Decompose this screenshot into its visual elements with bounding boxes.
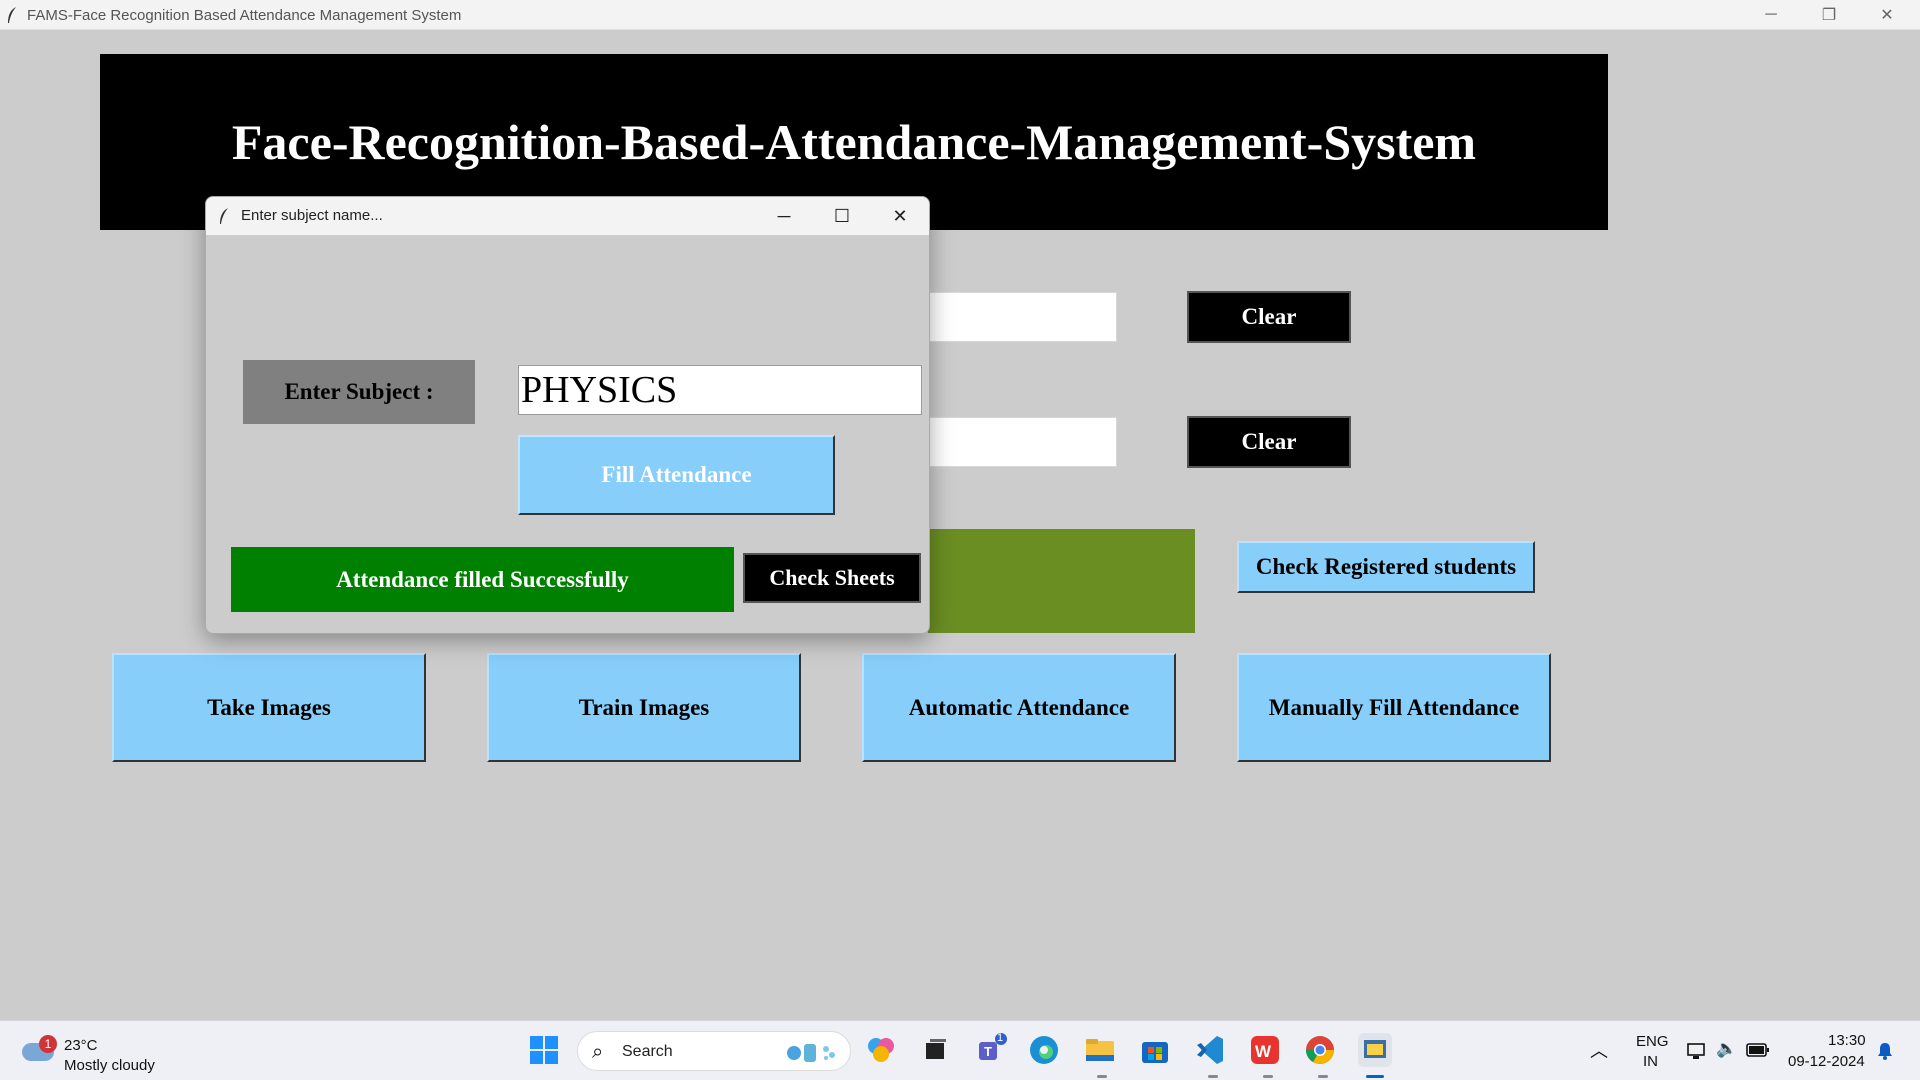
svg-text:W: W	[1255, 1042, 1272, 1061]
fill-attendance-button[interactable]: Fill Attendance	[518, 435, 835, 515]
temperature: 23°C	[64, 1037, 98, 1054]
weather-condition: Mostly cloudy	[64, 1057, 155, 1074]
chrome-icon[interactable]	[1303, 1033, 1337, 1067]
battery-icon[interactable]	[1746, 1042, 1770, 1058]
feather-icon	[8, 7, 16, 23]
clear-name-button[interactable]: Clear	[1187, 416, 1351, 468]
dialog-maximize-button[interactable]: ☐	[813, 197, 871, 235]
check-sheets-button[interactable]: Check Sheets	[743, 553, 921, 603]
taskbar: 1 23°C Mostly cloudy ⌕ Search T 1 W ︿ EN…	[0, 1020, 1920, 1080]
teams-badge: 1	[997, 1032, 1004, 1044]
window-titlebar: FAMS-Face Recognition Based Attendance M…	[0, 0, 1920, 30]
notification-bell-icon[interactable]	[1876, 1041, 1894, 1061]
dialog-title: Enter subject name...	[241, 207, 383, 224]
running-indicator	[1263, 1075, 1273, 1078]
check-registered-students-button[interactable]: Check Registered students	[1237, 541, 1535, 593]
manual-attendance-button[interactable]: Manually Fill Attendance	[1237, 653, 1551, 762]
language-bottom[interactable]: IN	[1643, 1053, 1658, 1070]
subject-dialog: Enter subject name... ─ ☐ ✕ Enter Subjec…	[205, 196, 930, 634]
task-view-icon[interactable]	[918, 1033, 952, 1067]
copilot-icon[interactable]	[864, 1033, 898, 1067]
volume-icon[interactable]: 🔈	[1716, 1039, 1737, 1059]
clear-enrollment-button[interactable]: Clear	[1187, 291, 1351, 343]
windows-start-icon[interactable]	[527, 1033, 561, 1067]
file-explorer-icon[interactable]	[1083, 1033, 1117, 1067]
window-title: FAMS-Face Recognition Based Attendance M…	[27, 7, 462, 24]
python-tk-icon[interactable]	[1358, 1033, 1392, 1067]
language-top[interactable]: ENG	[1636, 1033, 1669, 1050]
weather-badge: 1	[39, 1035, 57, 1053]
status-message: Attendance filled Successfully	[231, 547, 734, 612]
clock-time[interactable]: 13:30	[1828, 1032, 1866, 1049]
dialog-minimize-button[interactable]: ─	[755, 197, 813, 235]
taskbar-search[interactable]: ⌕ Search	[577, 1031, 851, 1071]
network-icon[interactable]	[1686, 1041, 1708, 1061]
search-label: Search	[622, 1043, 673, 1060]
subject-label: Enter Subject :	[243, 360, 475, 424]
running-indicator	[1208, 1075, 1218, 1078]
edge-icon[interactable]	[1027, 1033, 1061, 1067]
running-indicator	[1318, 1075, 1328, 1078]
vscode-icon[interactable]	[1193, 1033, 1227, 1067]
teams-icon[interactable]: T	[975, 1033, 1009, 1067]
name-input[interactable]	[928, 417, 1117, 467]
subject-input[interactable]: PHYSICS	[518, 365, 922, 415]
microsoft-store-icon[interactable]	[1138, 1033, 1172, 1067]
active-indicator	[1366, 1075, 1384, 1078]
train-images-button[interactable]: Train Images	[487, 653, 801, 762]
minimize-button[interactable]: ─	[1742, 0, 1800, 30]
weather-widget[interactable]: 1 23°C Mostly cloudy	[20, 1029, 170, 1074]
svg-text:T: T	[984, 1044, 992, 1059]
running-indicator	[1097, 1075, 1107, 1078]
enrollment-input[interactable]	[928, 292, 1117, 342]
take-images-button[interactable]: Take Images	[112, 653, 426, 762]
restore-button[interactable]: ❐	[1800, 0, 1858, 30]
dialog-close-button[interactable]: ✕	[871, 197, 929, 235]
wps-office-icon[interactable]: W	[1248, 1033, 1282, 1067]
search-icon: ⌕	[592, 1041, 604, 1063]
banner-title: Face-Recognition-Based-Attendance-Manage…	[231, 114, 1477, 170]
chevron-up-icon[interactable]: ︿	[1590, 1037, 1608, 1063]
dialog-titlebar: Enter subject name... ─ ☐ ✕	[206, 197, 929, 235]
notification-panel	[928, 529, 1195, 633]
automatic-attendance-button[interactable]: Automatic Attendance	[862, 653, 1176, 762]
search-highlight-icon	[787, 1044, 835, 1062]
feather-icon	[220, 208, 228, 224]
close-button[interactable]: ✕	[1858, 0, 1916, 30]
clock-date[interactable]: 09-12-2024	[1788, 1053, 1865, 1070]
